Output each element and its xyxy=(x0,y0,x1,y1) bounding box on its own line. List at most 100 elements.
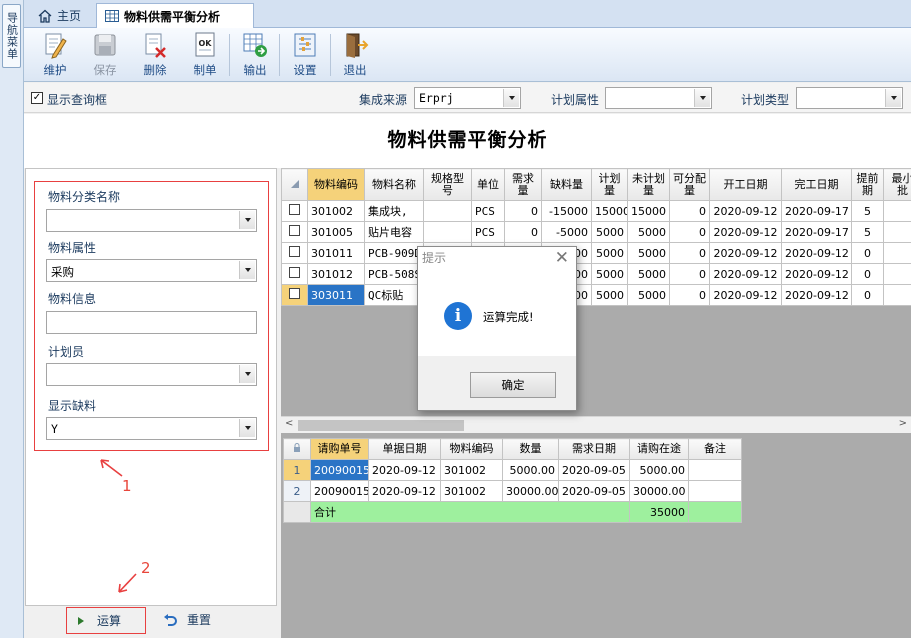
plan-type-select[interactable] xyxy=(796,87,903,109)
table-cell[interactable]: 2020-09-17 xyxy=(781,200,852,222)
make-order-button[interactable]: OK 制单 xyxy=(182,31,228,81)
delete-button[interactable]: 删除 xyxy=(132,31,178,81)
col-header[interactable]: 可分配量 xyxy=(669,168,710,201)
table-cell[interactable]: 5000 xyxy=(591,263,628,285)
table-cell[interactable]: 2020-09-12 xyxy=(709,284,782,306)
table-cell[interactable]: 301002 xyxy=(440,480,503,502)
col-header[interactable]: 备注 xyxy=(688,438,742,460)
table-cell[interactable]: 5000 xyxy=(627,263,670,285)
table-cell[interactable]: 2020-09-12 xyxy=(709,242,782,264)
col-header[interactable]: 单位 xyxy=(471,168,505,201)
table-cell[interactable]: 301002 xyxy=(440,459,503,481)
checkbox-icon[interactable] xyxy=(289,204,300,215)
export-button[interactable]: 输出 xyxy=(232,31,278,81)
table-cell[interactable]: 5000 xyxy=(627,284,670,306)
show-query-box-checkbox[interactable]: ✓ xyxy=(31,92,43,104)
table-cell[interactable]: 0 xyxy=(851,284,884,306)
table-cell[interactable]: 301002 xyxy=(307,200,365,222)
grid-corner-filter[interactable] xyxy=(281,168,308,201)
planner-select[interactable] xyxy=(46,363,257,386)
chevron-down-icon[interactable] xyxy=(239,419,255,437)
source-select[interactable]: Erprj xyxy=(414,87,521,109)
ok-button[interactable]: 确定 xyxy=(470,372,556,398)
table-cell[interactable]: 20090015 xyxy=(310,480,369,502)
chevron-down-icon[interactable] xyxy=(503,89,519,107)
chevron-down-icon[interactable] xyxy=(885,89,901,107)
scroll-left-icon[interactable]: < xyxy=(285,418,293,429)
col-header[interactable]: 需求日期 xyxy=(558,438,630,460)
table-cell[interactable]: 5000.00 xyxy=(502,459,559,481)
table-cell[interactable]: 301012 xyxy=(307,263,365,285)
table-cell[interactable] xyxy=(688,459,742,481)
table-cell[interactable] xyxy=(883,200,911,222)
table-cell[interactable]: 5000.00 xyxy=(629,459,689,481)
col-header[interactable]: 单据日期 xyxy=(368,438,441,460)
table-cell[interactable]: 0 xyxy=(504,200,542,222)
table-cell[interactable]: 5000 xyxy=(627,242,670,264)
table-cell[interactable]: 2020-09-05 xyxy=(558,459,630,481)
table-cell[interactable]: 301011 xyxy=(307,242,365,264)
table-cell[interactable]: 2020-09-17 xyxy=(781,221,852,243)
table-cell[interactable]: 2020-09-12 xyxy=(781,242,852,264)
col-header[interactable]: 计划量 xyxy=(591,168,628,201)
table-cell[interactable]: 0 xyxy=(669,284,710,306)
table-cell[interactable]: 5 xyxy=(851,221,884,243)
table-row[interactable]: 301002 集成块, PCS 0 -15000 15000 15000 0 2020-09-1… xyxy=(281,200,911,222)
checkbox-icon[interactable] xyxy=(289,246,300,257)
table-cell[interactable]: 2020-09-12 xyxy=(709,263,782,285)
checkbox-icon[interactable] xyxy=(289,288,300,299)
table-cell[interactable]: PCB-508S xyxy=(364,263,424,285)
table-cell[interactable]: PCB-909D xyxy=(364,242,424,264)
table-cell[interactable] xyxy=(883,284,911,306)
table-cell[interactable]: 5000 xyxy=(591,284,628,306)
table-cell[interactable]: 2020-09-12 xyxy=(781,263,852,285)
table-cell[interactable]: 5000 xyxy=(591,242,628,264)
material-attr-select[interactable]: 采购 xyxy=(46,259,257,282)
table-row[interactable]: 301005 贴片电容 PCS 0 -5000 5000 5000 0 2020-09-12 20… xyxy=(281,221,911,243)
run-button[interactable]: 运算 xyxy=(66,607,146,634)
table-cell[interactable]: QC标贴 xyxy=(364,284,424,306)
table-cell[interactable]: 2020-09-12 xyxy=(709,221,782,243)
table-cell[interactable]: 15000 xyxy=(627,200,670,222)
table-cell[interactable]: 30000.00 xyxy=(629,480,689,502)
checkbox-icon[interactable] xyxy=(289,225,300,236)
row-checkbox[interactable] xyxy=(281,242,308,264)
table-cell[interactable]: 301005 xyxy=(307,221,365,243)
table-cell[interactable]: 15000 xyxy=(591,200,628,222)
row-checkbox[interactable] xyxy=(281,284,308,306)
table-cell[interactable]: 2020-09-12 xyxy=(368,480,441,502)
table-cell[interactable]: 贴片电容 xyxy=(364,221,424,243)
table-cell[interactable]: 0 xyxy=(851,263,884,285)
table-cell[interactable]: 集成块, xyxy=(364,200,424,222)
col-header[interactable]: 最小批 xyxy=(883,168,911,201)
col-header[interactable]: 未计划量 xyxy=(627,168,670,201)
table-cell[interactable] xyxy=(883,263,911,285)
maintain-button[interactable]: 维护 xyxy=(32,31,78,81)
material-info-input[interactable] xyxy=(46,311,257,334)
row-number[interactable]: 2 xyxy=(283,480,311,502)
col-header[interactable]: 缺料量 xyxy=(541,168,592,201)
chevron-down-icon[interactable] xyxy=(239,365,255,383)
col-header[interactable]: 需求量 xyxy=(504,168,542,201)
scrollbar-thumb[interactable] xyxy=(298,420,464,431)
table-cell[interactable] xyxy=(883,221,911,243)
table-cell[interactable]: 2020-09-12 xyxy=(368,459,441,481)
table-row[interactable]: 2 20090015 2020-09-12 301002 30000.00 2020-09… xyxy=(283,480,742,502)
exit-button[interactable]: 退出 xyxy=(332,31,378,81)
tab-material-balance[interactable]: 物料供需平衡分析 xyxy=(96,3,254,28)
table-cell[interactable] xyxy=(423,221,472,243)
table-cell[interactable]: 2020-09-05 xyxy=(558,480,630,502)
table-cell[interactable]: 20090015 xyxy=(310,459,369,481)
table-cell[interactable]: 2020-09-12 xyxy=(781,284,852,306)
horizontal-scrollbar[interactable]: < > xyxy=(281,416,911,433)
table-cell[interactable]: 0 xyxy=(669,221,710,243)
col-header[interactable]: 物料名称 xyxy=(364,168,424,201)
table-cell[interactable]: 0 xyxy=(851,242,884,264)
table-cell[interactable]: 0 xyxy=(504,221,542,243)
plan-attr-select[interactable] xyxy=(605,87,712,109)
col-header[interactable]: 物料编码 xyxy=(440,438,503,460)
col-header[interactable]: 请购单号 xyxy=(310,438,369,460)
table-cell[interactable] xyxy=(423,200,472,222)
scroll-right-icon[interactable]: > xyxy=(899,418,907,429)
table-row[interactable]: 301012 PCB-508S 000 5000 5000 0 2020-09-12 2020… xyxy=(281,263,911,285)
